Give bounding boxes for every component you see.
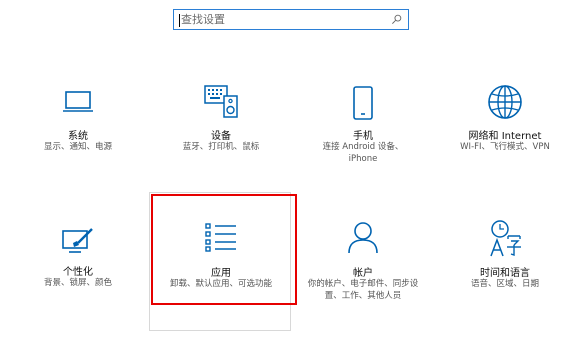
tile-description: 显示、通知、电源 [43,142,112,152]
tile-title: 手机 [353,131,373,142]
tile-title: 帐户 [353,268,373,279]
search-icon[interactable] [391,14,402,25]
tile-title: 时间和语言 [480,268,530,279]
tile-title: 个性化 [63,267,93,278]
paint-brush-screen-icon [62,228,93,253]
tile-title: 网络和 Internet [468,131,542,142]
phone-icon [353,86,373,120]
search-box[interactable] [173,9,409,30]
tile-devices[interactable]: 设备 蓝牙、打印机、鼠标 [151,82,291,162]
tile-network[interactable]: 网络和 Internet WI-FI、飞行模式、VPN [435,82,575,162]
tile-description: 背景、锁屏、颜色 [43,278,112,288]
tile-description: 连接 Android 设备、iPhone [322,142,404,164]
tile-description: WI-FI、飞行模式、VPN [460,142,550,152]
tile-accounts[interactable]: 帐户 你的帐户、电子邮件、同步设置、工作、其他人员 [293,215,433,305]
laptop-icon [63,91,93,112]
tile-system[interactable]: 系统 显示、通知、电源 [8,82,148,162]
person-icon [348,222,378,254]
tile-title: 系统 [68,131,88,142]
tile-phone[interactable]: 手机 连接 Android 设备、iPhone [293,82,433,172]
tile-time-language[interactable]: 时间和语言 语音、区域、日期 [435,215,575,295]
globe-icon [488,85,522,119]
keyboard-speaker-icon [204,85,238,118]
language-clock-icon [490,220,521,257]
tile-title: 设备 [211,131,231,142]
text-caret [179,14,180,27]
tile-description: 蓝牙、打印机、鼠标 [182,142,260,152]
tile-personalization[interactable]: 个性化 背景、锁屏、颜色 [8,215,148,295]
tile-description: 你的帐户、电子邮件、同步设置、工作、其他人员 [307,279,419,301]
selection-highlight [151,194,297,305]
tile-description: 语音、区域、日期 [470,279,539,289]
search-input[interactable] [181,11,381,28]
